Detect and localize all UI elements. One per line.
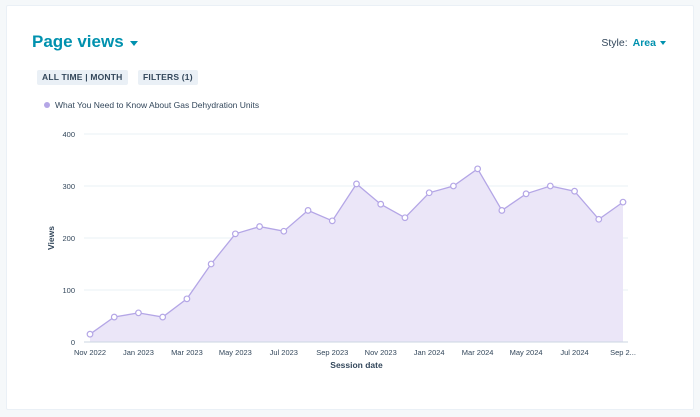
data-point[interactable]	[546, 182, 554, 190]
data-point[interactable]	[304, 207, 312, 214]
x-tick-label: May 2023	[219, 348, 252, 357]
series-area	[90, 168, 623, 342]
x-axis-title: Session date	[330, 360, 383, 370]
y-tick-label: 0	[71, 338, 75, 347]
x-tick-label: Sep 2023	[316, 348, 348, 357]
y-tick-label: 300	[62, 182, 75, 191]
data-point[interactable]	[522, 190, 530, 198]
data-point[interactable]	[425, 189, 433, 197]
x-tick-label: Jul 2024	[560, 348, 588, 357]
x-tick-label: Mar 2023	[171, 348, 203, 357]
x-tick-label: Sep 2...	[610, 348, 636, 357]
y-tick-label: 400	[62, 130, 75, 139]
data-point[interactable]	[474, 165, 482, 173]
data-point[interactable]	[498, 207, 506, 214]
y-tick-label: 100	[62, 286, 75, 295]
data-point[interactable]	[619, 198, 627, 206]
data-point[interactable]	[353, 180, 360, 188]
data-point[interactable]	[207, 260, 215, 268]
data-point[interactable]	[377, 200, 385, 208]
data-point[interactable]	[280, 227, 288, 235]
x-tick-label: Nov 2022	[74, 348, 106, 357]
x-tick-label: Jan 2024	[414, 348, 445, 357]
data-point[interactable]	[256, 223, 263, 230]
data-point[interactable]	[450, 182, 457, 190]
data-point[interactable]	[231, 230, 239, 238]
x-tick-label: Jul 2023	[270, 348, 298, 357]
data-point[interactable]	[135, 309, 142, 317]
data-point[interactable]	[110, 313, 118, 321]
y-tick-label: 200	[62, 234, 75, 243]
data-point[interactable]	[328, 217, 336, 225]
x-tick-label: Mar 2024	[462, 348, 494, 357]
data-point[interactable]	[571, 187, 578, 195]
area-chart: 0 100 200 300 400 Nov 2022 Jan 2023 Mar 2023 Ma…	[46, 130, 636, 370]
data-point[interactable]	[401, 214, 409, 222]
data-point[interactable]	[595, 215, 603, 223]
data-point[interactable]	[86, 330, 94, 338]
x-tick-label: Jan 2023	[123, 348, 154, 357]
y-axis-title: Views	[46, 226, 56, 250]
x-tick-label: Nov 2023	[365, 348, 397, 357]
data-point[interactable]	[159, 313, 167, 321]
x-tick-label: May 2024	[510, 348, 543, 357]
data-point[interactable]	[183, 295, 191, 303]
